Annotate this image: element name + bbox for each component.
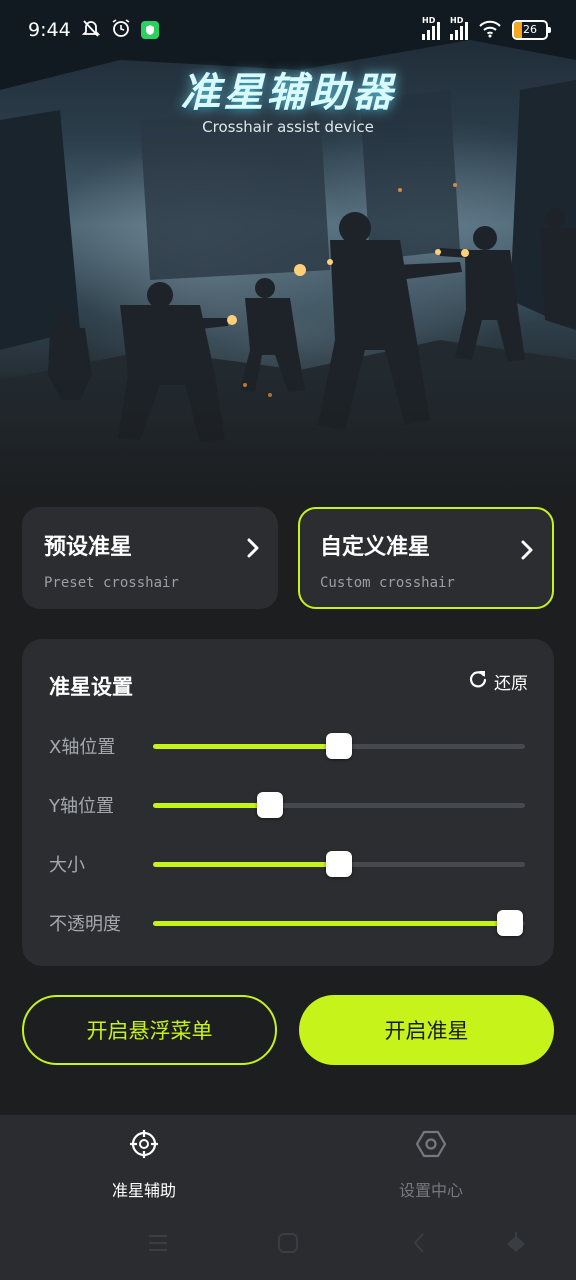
slider-fill [153,744,339,749]
slider-thumb[interactable] [497,910,524,936]
system-navigation-bar [0,1222,576,1268]
preset-card-subtitle: Preset crosshair [44,575,179,591]
slider-label: X轴位置 [49,737,116,758]
slider-thumb[interactable] [326,851,352,877]
mute-bell-icon [81,18,101,43]
back-icon[interactable] [408,1232,432,1258]
slider-track[interactable] [153,851,525,877]
open-floating-menu-button[interactable]: 开启悬浮菜单 [22,995,277,1065]
slider-fill [153,921,511,926]
crosshair-settings-panel: 准星设置 还原 X轴位置 Y轴位置 大小 不透明度 [22,639,554,966]
slider-label: Y轴位置 [49,796,114,817]
slider-thumb[interactable] [257,792,284,818]
hd-signal-icon: HD [450,16,468,40]
slider-x-position: X轴位置 [49,731,529,761]
wifi-icon [478,18,502,43]
alarm-icon [111,18,131,43]
menu-icon[interactable] [146,1232,170,1258]
chevron-right-icon [246,537,260,563]
hexagon-settings-icon [331,1129,531,1163]
reset-button[interactable]: 还原 [468,669,528,694]
slider-track[interactable] [153,910,525,936]
slider-track[interactable] [153,792,525,818]
slider-label: 大小 [49,855,85,876]
clock: 9:44 [28,19,71,41]
slider-track[interactable] [153,733,525,759]
custom-crosshair-card[interactable]: 自定义准星 Custom crosshair [298,507,554,609]
slider-fill [153,862,339,867]
custom-card-subtitle: Custom crosshair [320,575,455,591]
slider-y-position: Y轴位置 [49,790,529,820]
nav-label: 准星辅助 [111,1181,176,1200]
slider-thumb[interactable] [326,733,352,759]
assistant-icon[interactable] [504,1232,528,1258]
status-bar: 9:44 HD HD 26 [0,0,576,60]
nav-tab-settings-center[interactable]: 设置中心 [331,1129,531,1201]
shield-app-icon [140,21,159,39]
preset-card-title: 预设准星 [44,535,133,560]
slider-label: 不透明度 [49,914,121,935]
nav-label: 设置中心 [398,1181,463,1200]
reset-label: 还原 [494,674,528,694]
slider-fill [153,803,271,808]
app-title: 准星辅助器 [180,70,396,116]
app-subtitle: Crosshair assist device [202,118,374,136]
battery-level: 26 [523,23,537,36]
start-crosshair-button[interactable]: 开启准星 [299,995,554,1065]
preset-crosshair-card[interactable]: 预设准星 Preset crosshair [22,507,278,609]
crosshair-icon [44,1129,244,1163]
chevron-right-icon [520,539,534,565]
home-icon[interactable] [276,1232,300,1258]
battery-icon: 26 [512,20,551,40]
hero-banner: 准星辅助器 Crosshair assist device [0,0,576,500]
nav-tab-crosshair-assist[interactable]: 准星辅助 [44,1129,244,1201]
slider-size: 大小 [49,849,529,879]
refresh-icon [468,669,488,694]
slider-opacity: 不透明度 [49,908,529,938]
hd-signal-icon: HD [422,16,440,40]
settings-title: 准星设置 [49,675,133,699]
custom-card-title: 自定义准星 [320,535,431,560]
